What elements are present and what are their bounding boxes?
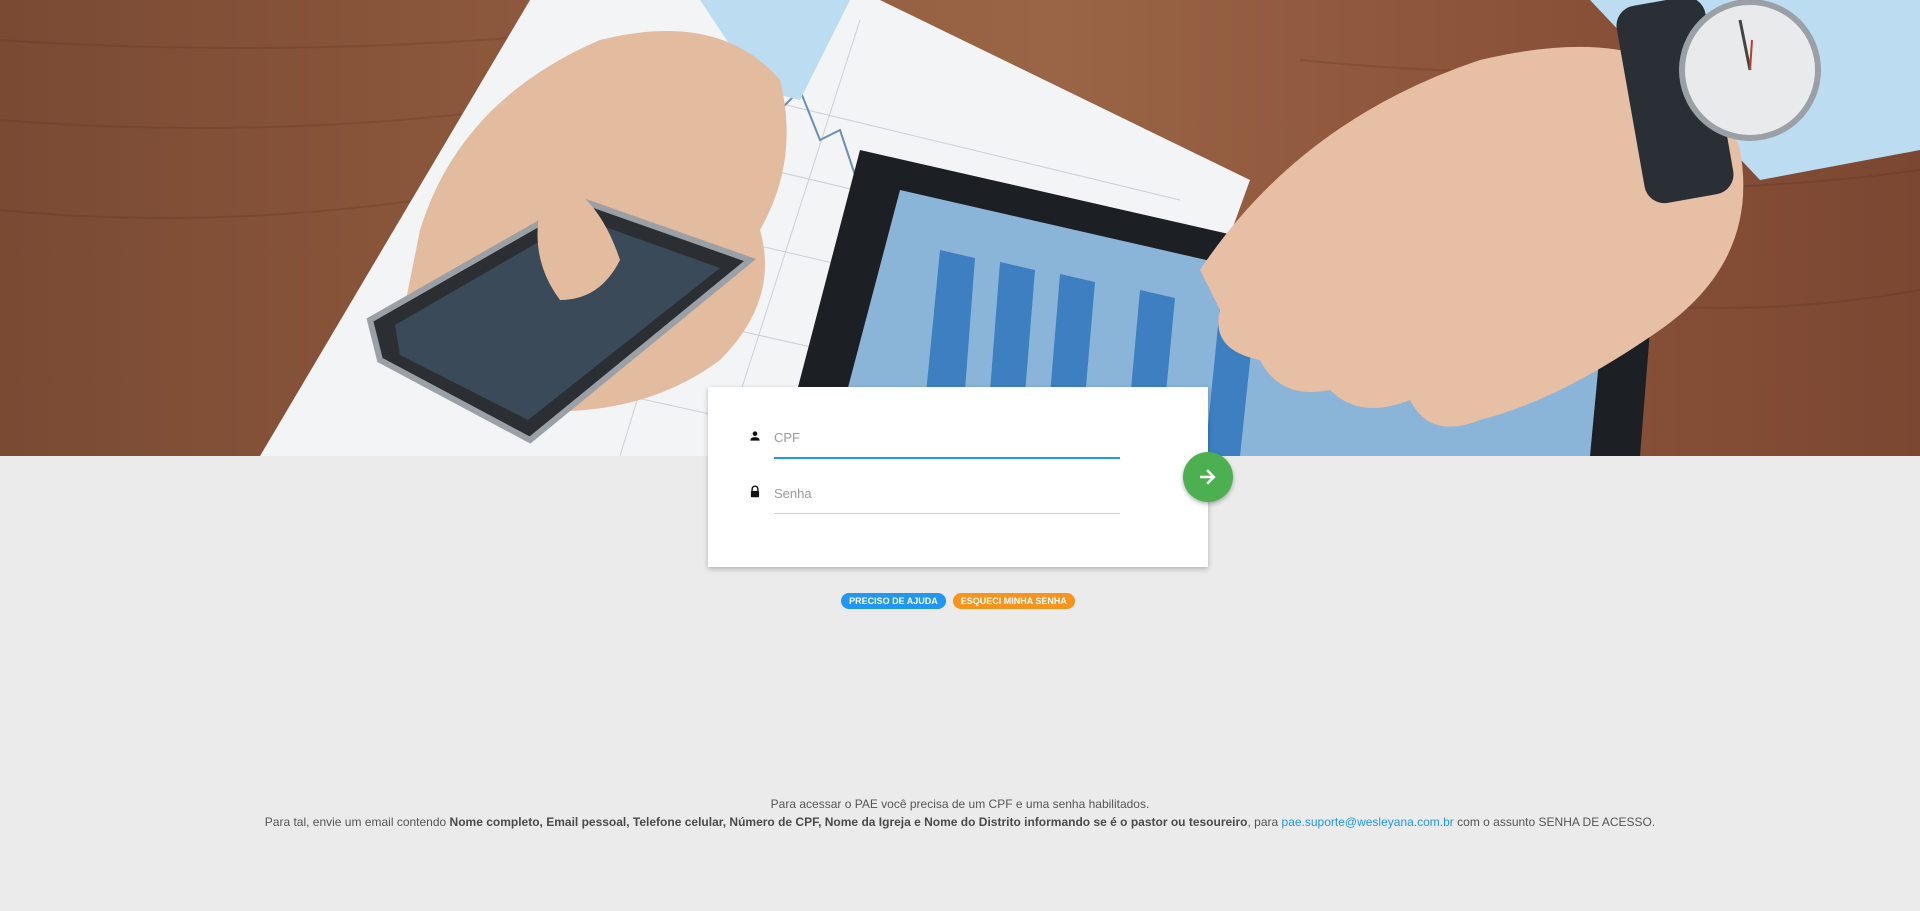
- instructions-prefix: Para tal, envie um email contendo: [264, 815, 450, 829]
- instructions-line-2: Para tal, envie um email contendo Nome c…: [250, 813, 1670, 831]
- help-links: PRECISO DE AJUDA ESQUECI MINHA SENHA: [0, 593, 1920, 609]
- instructions-suffix: com o assunto SENHA DE ACESSO.: [1453, 815, 1656, 829]
- instructions-line-1: Para acessar o PAE você precisa de um CP…: [770, 797, 1150, 811]
- arrow-right-icon: [1200, 469, 1216, 485]
- instructions-required-fields: Nome completo, Email pessoal, Telefone c…: [449, 815, 1248, 829]
- forgot-password-button[interactable]: ESQUECI MINHA SENHA: [952, 593, 1075, 609]
- lock-icon: [750, 485, 760, 498]
- instructions-mid: , para: [1247, 815, 1282, 829]
- support-email-link[interactable]: pae.suporte@wesleyana.com.br: [1282, 815, 1454, 829]
- cpf-input[interactable]: [774, 423, 1120, 451]
- cpf-field-wrapper: [750, 423, 1120, 459]
- login-card: [708, 387, 1208, 567]
- help-button[interactable]: PRECISO DE AJUDA: [841, 593, 946, 609]
- access-instructions: Para acessar o PAE você precisa de um CP…: [250, 795, 1670, 831]
- submit-login-button[interactable]: [1183, 452, 1233, 502]
- person-icon: [750, 431, 760, 441]
- senha-field-wrapper: [750, 479, 1120, 514]
- senha-input[interactable]: [774, 479, 1120, 507]
